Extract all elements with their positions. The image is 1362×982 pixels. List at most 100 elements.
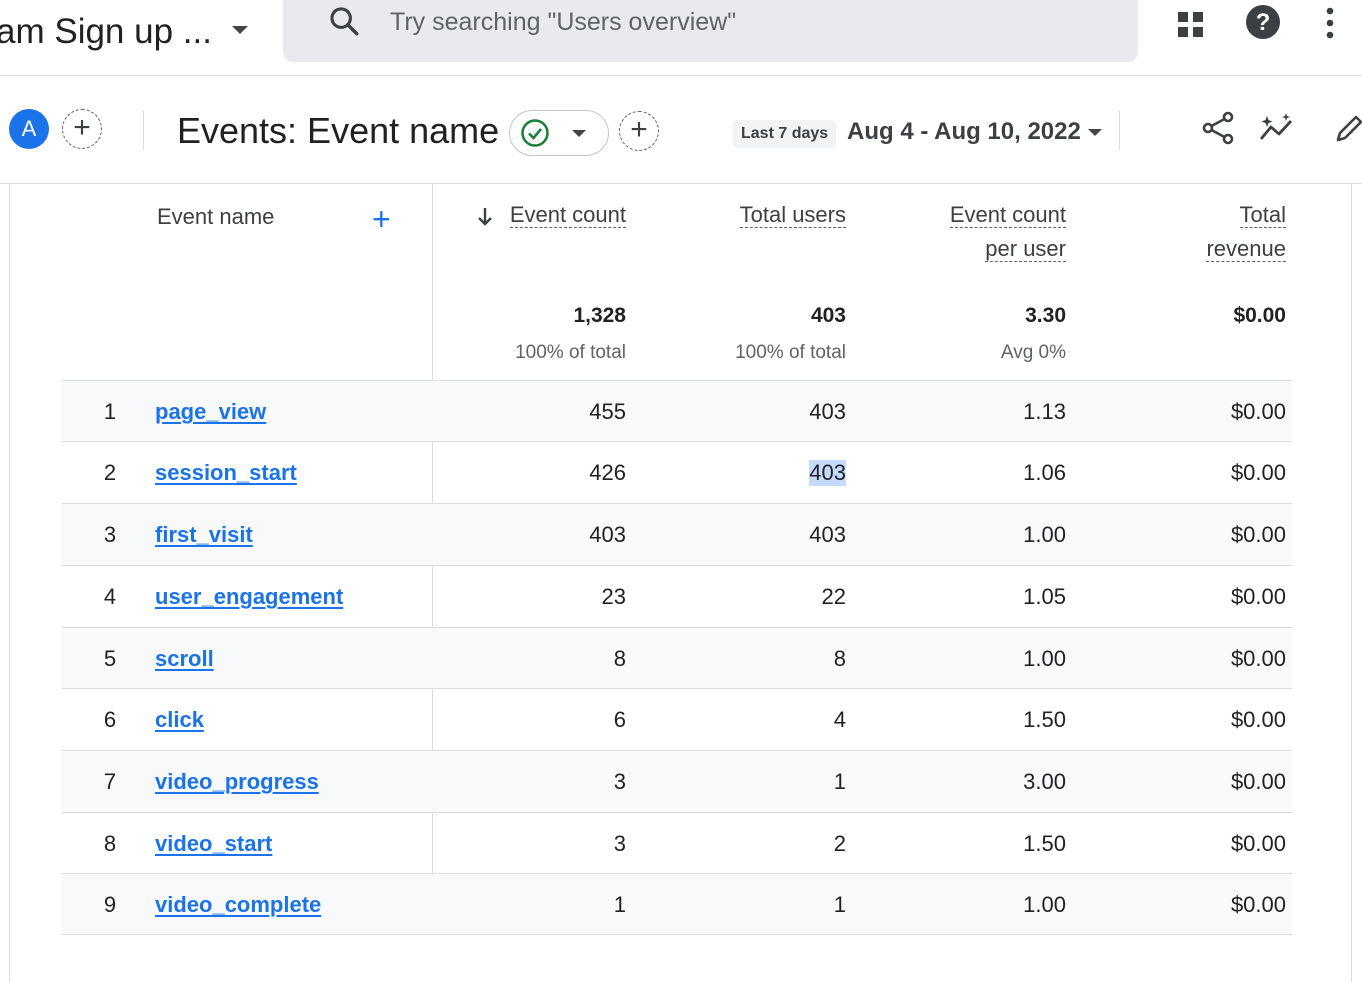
row-index: 4 <box>103 584 117 609</box>
chevron-down-icon <box>572 130 586 137</box>
event-count-cell: 455 <box>589 399 626 424</box>
event-name-link[interactable]: video_complete <box>155 892 321 918</box>
event-name-link[interactable]: scroll <box>155 646 214 672</box>
search-placeholder: Try searching "Users overview" <box>390 8 737 36</box>
revenue-cell: $0.00 <box>1230 399 1286 424</box>
revenue-cell: $0.00 <box>1230 522 1286 547</box>
total-users-cell: 403 <box>809 399 846 424</box>
table-row: 2 session_start 426 403 1.06 $0.00 <box>62 441 1292 503</box>
total-users-cell: 2 <box>833 831 846 856</box>
revenue-cell: $0.00 <box>1230 707 1286 732</box>
total-event-count-per-user: 3.30 <box>1025 304 1066 327</box>
total-event-count: 1,328 <box>573 304 626 327</box>
table-row: 1 page_view 455 403 1.13 $0.00 <box>62 380 1292 442</box>
total-users-cell-selected: 403 <box>809 460 846 486</box>
date-dropdown-icon[interactable] <box>1088 129 1102 136</box>
total-users-sub: 100% of total <box>735 342 846 363</box>
divider <box>143 110 144 150</box>
event-name-link[interactable]: click <box>155 707 204 733</box>
report-title: Events: Event name <box>177 110 500 151</box>
total-users-cell: 4 <box>833 707 846 732</box>
add-filter-button[interactable]: + <box>619 111 659 151</box>
divider <box>1119 110 1120 150</box>
table-row: 4 user_engagement 23 22 1.05 $0.00 <box>62 565 1292 627</box>
row-index: 2 <box>103 460 117 485</box>
share-icon[interactable] <box>1200 110 1236 146</box>
row-index: 9 <box>103 892 117 917</box>
total-event-count-sub: 100% of total <box>515 342 626 363</box>
insights-icon[interactable] <box>1258 112 1298 144</box>
property-name[interactable]: am Sign up ... <box>0 12 212 52</box>
event-count-cell: 3 <box>613 769 626 794</box>
column-header-total-users[interactable]: Total users <box>739 198 846 232</box>
top-bar: am Sign up ... Try searching "Users over… <box>0 0 1362 76</box>
row-index: 5 <box>103 646 117 671</box>
row-index: 7 <box>103 769 117 794</box>
event-name-link[interactable]: user_engagement <box>155 584 343 610</box>
revenue-cell: $0.00 <box>1230 646 1286 671</box>
event-count-cell: 426 <box>589 460 626 485</box>
per-user-cell: 1.50 <box>1023 707 1066 732</box>
column-header-event-count[interactable]: Event count <box>509 198 626 232</box>
total-users-cell: 22 <box>821 584 846 609</box>
search-input[interactable]: Try searching "Users overview" <box>283 0 1138 62</box>
event-name-link[interactable]: first_visit <box>155 522 253 548</box>
row-index: 6 <box>103 707 117 732</box>
total-revenue: $0.00 <box>1233 304 1286 327</box>
total-users: 403 <box>810 304 846 327</box>
event-count-cell: 403 <box>589 522 626 547</box>
per-user-cell: 1.00 <box>1023 522 1066 547</box>
event-name-link[interactable]: video_start <box>155 831 272 857</box>
revenue-cell: $0.00 <box>1230 892 1286 917</box>
add-comparison-button[interactable]: + <box>62 109 102 149</box>
total-event-count-per-user-sub: Avg 0% <box>1000 342 1066 363</box>
total-users-cell: 403 <box>809 522 846 547</box>
per-user-cell: 1.05 <box>1023 584 1066 609</box>
event-count-cell: 3 <box>613 831 626 856</box>
report-status-button[interactable] <box>509 110 609 156</box>
row-index: 8 <box>103 831 117 856</box>
per-user-cell: 1.13 <box>1023 399 1066 424</box>
report-header: A + Events: Event name + Last 7 days Aug… <box>0 76 1362 184</box>
per-user-cell: 3.00 <box>1023 769 1066 794</box>
apps-icon[interactable] <box>1176 10 1206 40</box>
table-row: 7 video_progress 3 1 3.00 $0.00 <box>62 750 1292 812</box>
total-users-cell: 8 <box>833 646 846 671</box>
date-range-picker[interactable]: Aug 4 - Aug 10, 2022 <box>847 118 1081 146</box>
event-count-cell: 6 <box>613 707 626 732</box>
revenue-cell: $0.00 <box>1230 584 1286 609</box>
add-dimension-button[interactable]: + <box>372 202 391 236</box>
row-index: 1 <box>103 399 117 424</box>
column-header-event-count-per-user[interactable]: Event count per user <box>949 198 1066 266</box>
edit-icon[interactable] <box>1334 110 1362 146</box>
property-dropdown-icon[interactable] <box>232 26 248 34</box>
comparison-avatar[interactable]: A <box>9 109 49 149</box>
event-count-cell: 8 <box>613 646 626 671</box>
per-user-cell: 1.00 <box>1023 646 1066 671</box>
table-row: 3 first_visit 403 403 1.00 $0.00 <box>62 503 1292 565</box>
event-count-cell: 23 <box>601 584 626 609</box>
check-circle-icon <box>521 119 549 147</box>
revenue-cell: $0.00 <box>1230 769 1286 794</box>
row-index: 3 <box>103 522 117 547</box>
table-row: 5 scroll 8 8 1.00 $0.00 <box>62 627 1292 689</box>
event-name-link[interactable]: video_progress <box>155 769 319 795</box>
per-user-cell: 1.06 <box>1023 460 1066 485</box>
per-user-cell: 1.00 <box>1023 892 1066 917</box>
event-count-cell: 1 <box>613 892 626 917</box>
date-range-chip[interactable]: Last 7 days <box>733 120 837 148</box>
event-name-link[interactable]: page_view <box>155 399 266 425</box>
table-row: 8 video_start 3 2 1.50 $0.00 <box>62 812 1292 874</box>
table-row: 6 click 6 4 1.50 $0.00 <box>62 688 1292 750</box>
revenue-cell: $0.00 <box>1230 831 1286 856</box>
help-icon[interactable]: ? <box>1245 4 1281 40</box>
svg-text:?: ? <box>1256 9 1271 36</box>
more-vert-icon[interactable] <box>1320 6 1340 40</box>
dimension-header[interactable]: Event name <box>157 204 274 230</box>
table-row: 9 video_complete 1 1 1.00 $0.00 <box>62 873 1292 935</box>
revenue-cell: $0.00 <box>1230 460 1286 485</box>
sort-descending-icon[interactable] <box>476 205 494 229</box>
search-icon <box>330 7 359 36</box>
column-header-total-revenue[interactable]: Total revenue <box>1206 198 1286 266</box>
event-name-link[interactable]: session_start <box>155 460 297 486</box>
